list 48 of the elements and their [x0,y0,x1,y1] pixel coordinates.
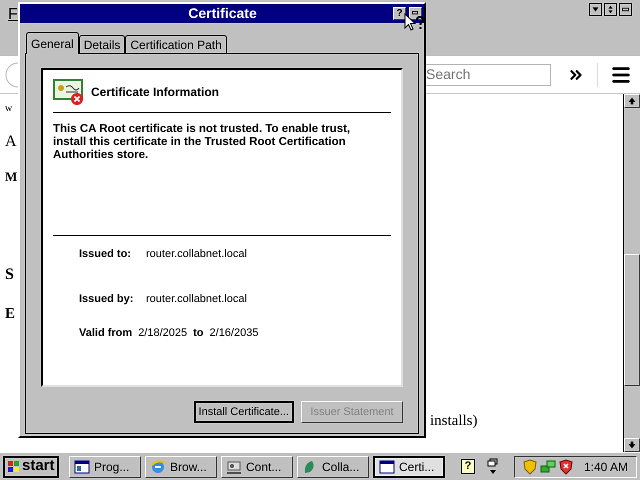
minimize-icon[interactable] [619,3,632,16]
programs-icon [74,458,90,474]
certificate-error-icon [53,78,85,106]
scroll-up-icon[interactable] [624,94,640,108]
page-text: installs) [430,412,478,430]
menu-item[interactable]: F [8,3,18,27]
scroll-thumb[interactable] [624,254,640,386]
page-text: w [5,104,14,114]
restore-icon[interactable] [604,3,617,16]
shield-warning-icon[interactable] [522,458,537,474]
tab[interactable]: General [26,32,79,54]
field-label: Valid from [79,326,132,341]
shield-error-icon[interactable] [558,458,573,474]
help-button[interactable]: ? [393,7,406,20]
network-icon[interactable] [540,458,556,474]
flag-icon [7,460,21,474]
page-text: A [5,134,18,150]
field-value: router.collabnet.local [146,292,247,306]
control-panel-icon [226,458,242,474]
field-value: 2/18/2025 [138,326,188,341]
scroll-down-icon[interactable] [624,438,640,452]
taskbar-button[interactable]: Brow... [145,456,217,478]
tab[interactable]: Details [78,35,126,53]
page-text: E [5,307,16,322]
window-icon [379,458,395,474]
help-button[interactable]: ? [461,459,475,474]
window-title: Certificate [188,4,257,23]
field-value: 2/16/2035 [210,326,258,341]
taskbar-button[interactable]: Prog... [69,456,141,478]
clock: 1:40 AM [584,458,628,476]
dialog-button[interactable]: Install Certificate... [194,401,294,423]
taskbar-button[interactable]: Cont... [221,456,293,478]
page-text: S [5,267,15,283]
start-button[interactable]: start [3,456,59,478]
scrollbar[interactable] [623,94,640,452]
taskbar-button[interactable]: Colla... [297,456,369,478]
tab[interactable]: Certification Path [125,35,227,53]
page-text: M [5,170,18,183]
trust-message: This CA Root certificate is not trusted. To enable trust, install this certificate in the Trusted Root Certification Authorities store. [53,123,352,162]
taskbar-button[interactable]: Certi... [373,456,445,478]
close-button-icon[interactable] [409,7,422,20]
window-switch-icon[interactable] [487,458,499,476]
globe-e-icon [150,458,166,474]
heading: Certificate Information [91,84,220,101]
field-value: router.collabnet.local [146,247,247,262]
field-label: Issued to: [79,247,132,262]
field-label: Issued by: [79,292,134,306]
field-label: to [193,326,204,341]
